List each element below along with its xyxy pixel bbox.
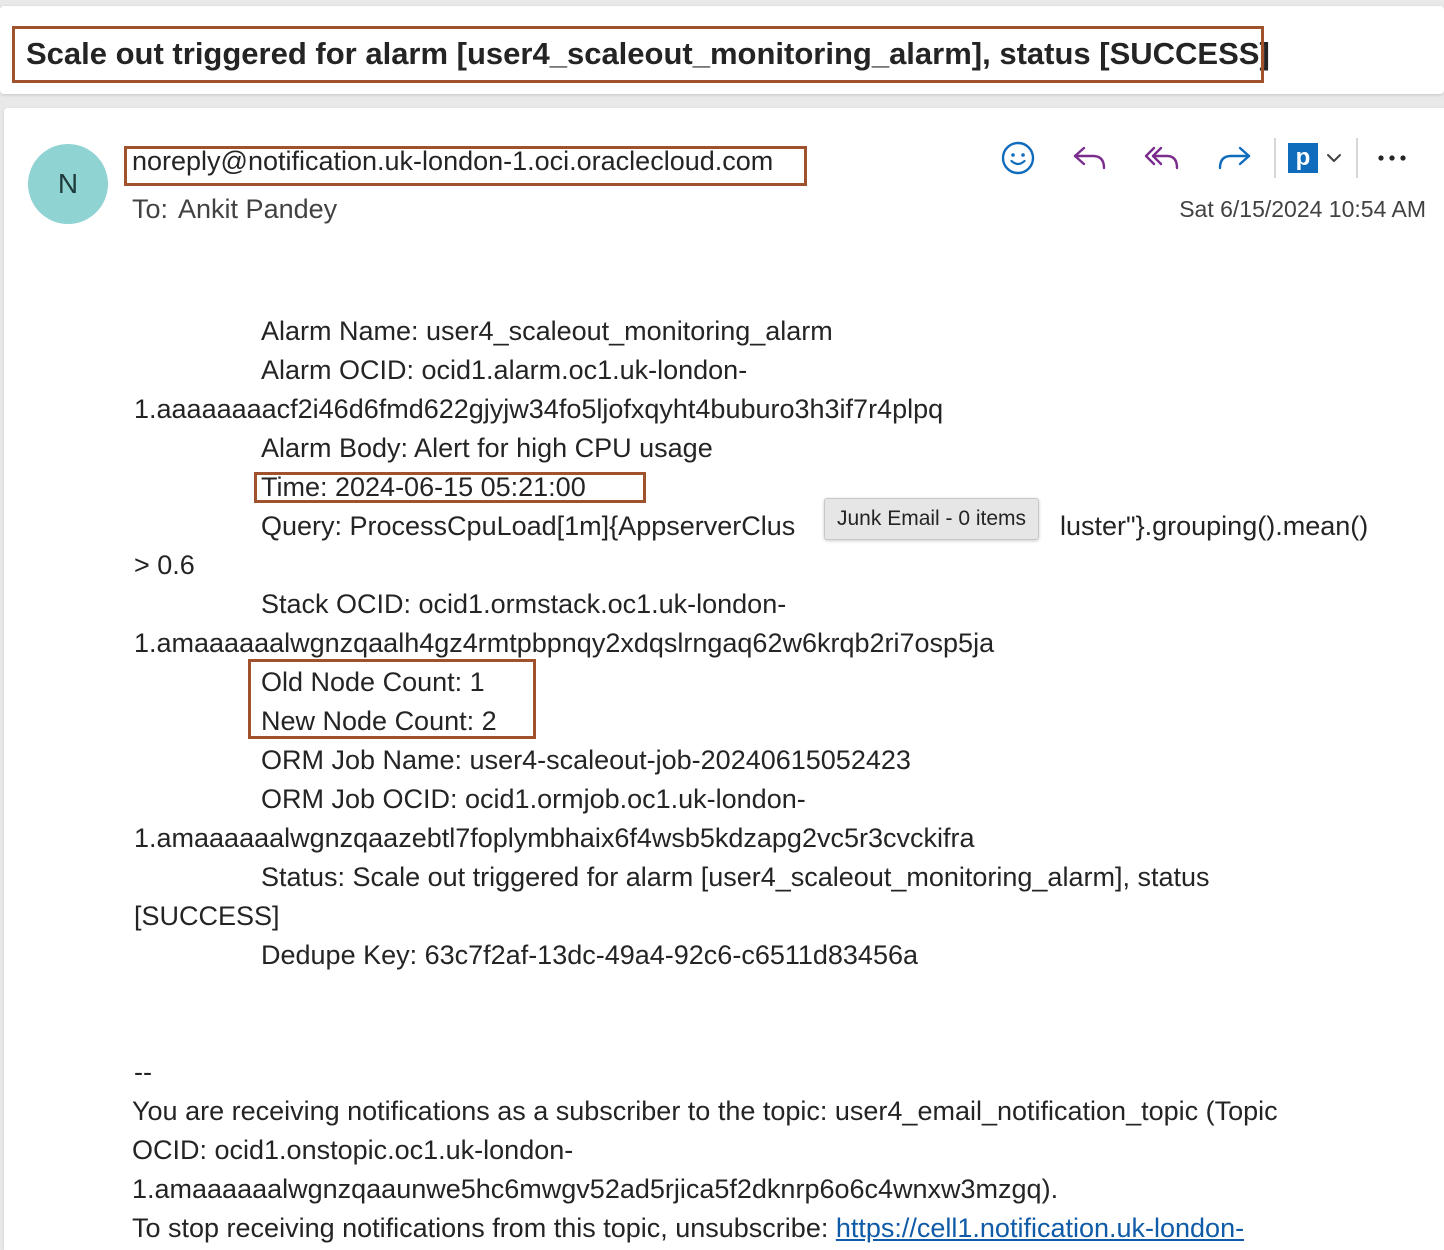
query-cont: > 0.6 xyxy=(134,550,195,580)
junk-email-tooltip: Junk Email - 0 items xyxy=(824,498,1040,540)
stack-ocid-line: Stack OCID: ocid1.ormstack.oc1.uk-london… xyxy=(261,589,787,619)
emoji-icon xyxy=(1001,141,1035,175)
reply-all-button[interactable] xyxy=(1140,136,1184,180)
orm-job-ocid-cont: 1.amaaaaaalwgnzqaazebtl7foplymbhaix6f4ws… xyxy=(134,823,975,853)
new-node-count: New Node Count: 2 xyxy=(261,706,497,736)
toolbar-divider xyxy=(1356,138,1358,178)
reply-icon xyxy=(1073,146,1106,170)
alarm-ocid-cont: 1.aaaaaaaacf2i46d6fmd622gjyjw34fo5ljofxq… xyxy=(134,394,944,424)
email-reading-pane: N noreply@notification.uk-london-1.oci.o… xyxy=(4,108,1444,1250)
signature-separator: -- xyxy=(134,1057,152,1087)
received-date: Sat 6/15/2024 10:54 AM xyxy=(1179,196,1426,222)
to-label: To: xyxy=(132,194,169,224)
forward-icon xyxy=(1218,146,1251,170)
pingboard-addin-button[interactable]: p xyxy=(1288,143,1342,173)
alarm-name-line: Alarm Name: user4_scaleout_monitoring_al… xyxy=(261,316,833,346)
more-actions-button[interactable] xyxy=(1372,136,1412,180)
alarm-ocid-line: Alarm OCID: ocid1.alarm.oc1.uk-london- xyxy=(261,355,748,385)
footer-line-4: To stop receiving notifications from thi… xyxy=(132,1213,1244,1244)
pingboard-p-icon: p xyxy=(1288,143,1318,173)
query-line-tail: luster"}.grouping().mean() xyxy=(1060,511,1369,541)
alarm-body-line: Alarm Body: Alert for high CPU usage xyxy=(261,433,713,463)
recipient-name[interactable]: Ankit Pandey xyxy=(178,194,337,224)
avatar[interactable]: N xyxy=(28,144,108,224)
sender-address[interactable]: noreply@notification.uk-london-1.oci.ora… xyxy=(132,146,773,177)
reply-all-icon xyxy=(1144,146,1179,170)
old-node-count: Old Node Count: 1 xyxy=(261,667,485,697)
orm-job-name: ORM Job Name: user4-scaleout-job-2024061… xyxy=(261,745,911,775)
email-subject: Scale out triggered for alarm [user4_sca… xyxy=(26,36,1270,71)
status-cont: [SUCCESS] xyxy=(134,901,280,931)
more-icon xyxy=(1378,155,1406,161)
footer-line-2: OCID: ocid1.onstopic.oc1.uk-london- xyxy=(132,1135,574,1165)
subject-bar: Scale out triggered for alarm [user4_sca… xyxy=(0,6,1444,94)
unsubscribe-link[interactable]: https://cell1.notification.uk-london- xyxy=(836,1213,1244,1243)
dedupe-key-line: Dedupe Key: 63c7f2af-13dc-49a4-92c6-c651… xyxy=(261,940,918,970)
toolbar-divider xyxy=(1274,138,1276,178)
emoji-reaction-button[interactable] xyxy=(996,136,1040,180)
orm-job-ocid-line: ORM Job OCID: ocid1.ormjob.oc1.uk-london… xyxy=(261,784,806,814)
footer-line-1: You are receiving notifications as a sub… xyxy=(132,1096,1278,1126)
message-action-toolbar: p xyxy=(996,134,1412,182)
query-line: Query: ProcessCpuLoad[1m]{AppserverClus xyxy=(261,511,796,541)
status-line: Status: Scale out triggered for alarm [u… xyxy=(261,862,1210,892)
chevron-down-icon[interactable] xyxy=(1326,152,1342,164)
time-line: Time: 2024-06-15 05:21:00 xyxy=(261,472,586,502)
footer-line-3: 1.amaaaaaalwgnzqaaunwe5hc6mwgv52ad5rjica… xyxy=(132,1174,1059,1204)
stack-ocid-cont: 1.amaaaaaalwgnzqaalh4gz4rmtpbpnqy2xdqslr… xyxy=(134,628,995,658)
reply-button[interactable] xyxy=(1068,136,1112,180)
unsubscribe-text: To stop receiving notifications from thi… xyxy=(132,1213,836,1243)
addin-label: p xyxy=(1295,144,1311,171)
forward-button[interactable] xyxy=(1212,136,1256,180)
avatar-initial: N xyxy=(57,168,79,199)
recipient-line: To: Ankit Pandey xyxy=(132,194,337,225)
